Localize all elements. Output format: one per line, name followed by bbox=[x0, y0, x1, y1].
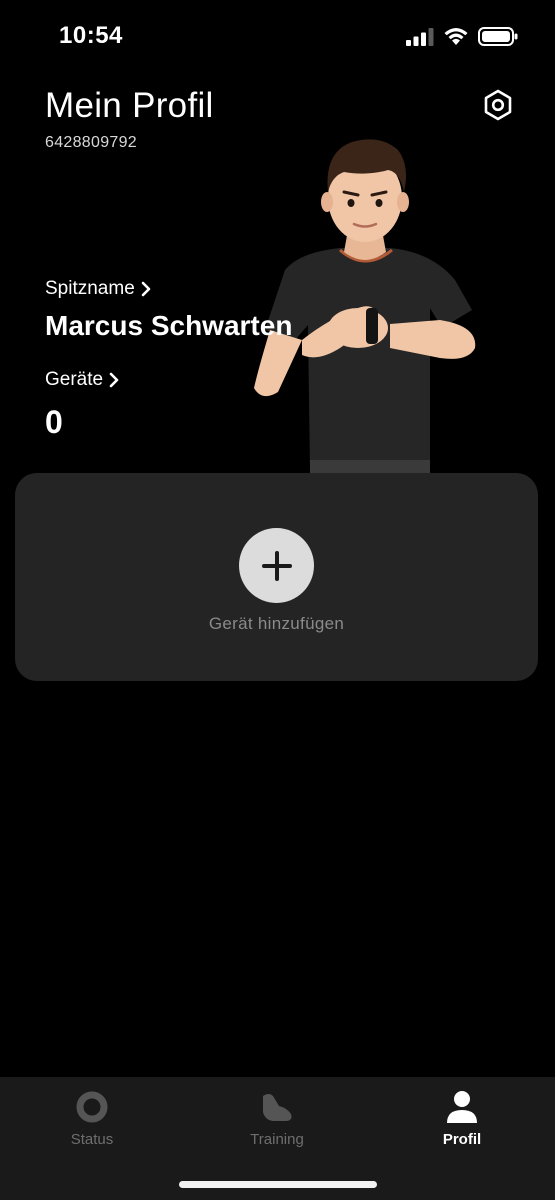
user-id: 6428809792 bbox=[45, 134, 137, 151]
devices-label-button[interactable]: Geräte bbox=[45, 369, 119, 391]
plus-icon bbox=[261, 550, 292, 581]
tab-training-label: Training bbox=[250, 1131, 304, 1148]
home-indicator bbox=[179, 1181, 377, 1188]
tab-training[interactable]: Training bbox=[217, 1089, 337, 1159]
status-time: 10:54 bbox=[59, 22, 123, 49]
tab-status[interactable]: Status bbox=[32, 1089, 152, 1159]
nickname-value: Marcus Schwarten bbox=[45, 310, 293, 341]
ring-icon bbox=[76, 1091, 108, 1123]
add-device-button[interactable] bbox=[239, 528, 314, 603]
tab-profil[interactable]: Profil bbox=[402, 1089, 522, 1159]
device-card: Gerät hinzufügen bbox=[15, 473, 538, 681]
tab-status-label: Status bbox=[70, 1131, 114, 1148]
devices-label: Geräte bbox=[45, 369, 104, 390]
avatar-illustration bbox=[254, 139, 476, 475]
settings-button[interactable] bbox=[478, 85, 518, 125]
cellular-signal-icon bbox=[406, 28, 434, 46]
settings-hexagon-icon bbox=[484, 89, 512, 121]
nickname-label-button[interactable]: Spitzname bbox=[45, 278, 151, 300]
devices-count: 0 bbox=[45, 404, 63, 440]
add-device-label: Gerät hinzufügen bbox=[208, 614, 345, 633]
chevron-right-icon bbox=[141, 281, 151, 297]
chevron-right-icon bbox=[109, 372, 119, 388]
nickname-label: Spitzname bbox=[45, 278, 135, 299]
status-bar: 10:54 bbox=[0, 0, 555, 76]
page-title: Mein Profil bbox=[45, 86, 214, 125]
shoe-icon bbox=[263, 1094, 292, 1121]
battery-icon bbox=[478, 27, 518, 46]
person-icon bbox=[447, 1091, 477, 1123]
wifi-icon bbox=[444, 28, 468, 45]
tab-profil-label: Profil bbox=[442, 1131, 482, 1148]
